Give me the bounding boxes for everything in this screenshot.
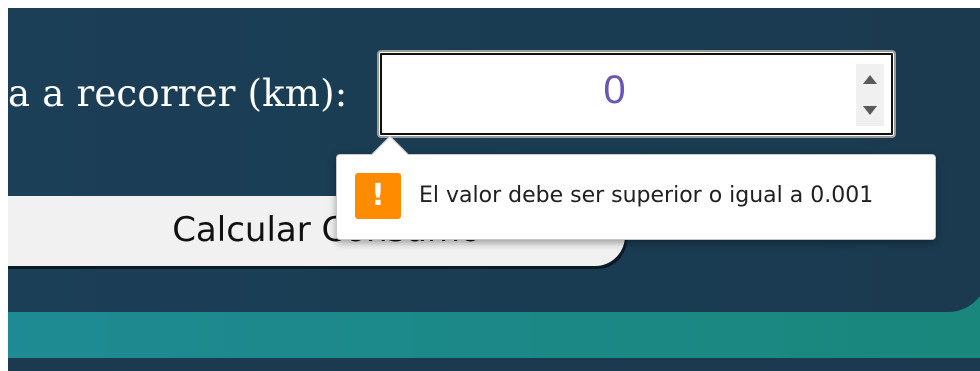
arrow-up-icon [863,75,877,84]
distance-label: a a recorrer (km): [8,72,348,115]
distance-input[interactable]: 0 [377,50,896,138]
validation-message: El valor debe ser superior o igual a 0.0… [419,183,874,208]
page: a a recorrer (km): 0 Calcular Consumo ! … [0,0,980,371]
spin-up-button[interactable] [856,64,884,95]
footer-bar [8,358,980,371]
warning-icon: ! [355,173,401,219]
distance-input-value: 0 [603,68,626,112]
number-spinner[interactable] [856,64,884,126]
validation-tooltip: ! El valor debe ser superior o igual a 0… [336,135,936,240]
arrow-down-icon [863,106,877,115]
window-edge [0,0,8,371]
spin-down-button[interactable] [856,95,884,126]
